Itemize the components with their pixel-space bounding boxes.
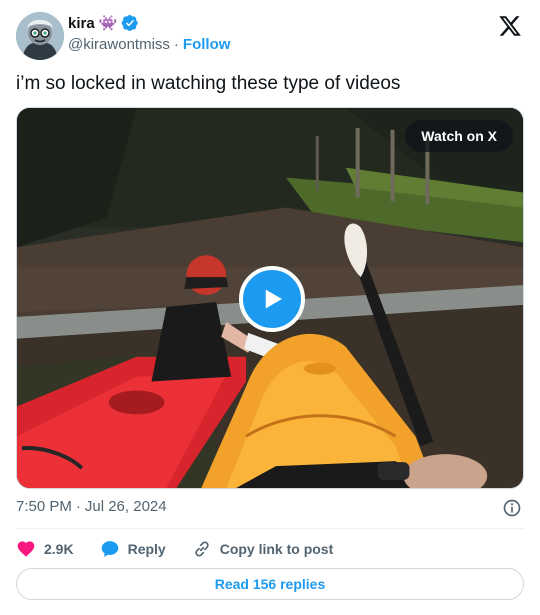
avatar-illustration-icon bbox=[16, 12, 64, 60]
author-display-name[interactable]: kira bbox=[68, 15, 95, 32]
handle-separator: · bbox=[173, 36, 179, 53]
post-timestamp[interactable]: 7:50 PM · Jul 26, 2024 bbox=[16, 498, 167, 515]
read-replies-button[interactable]: Read 156 replies bbox=[16, 568, 524, 600]
like-button[interactable]: 2.9K bbox=[16, 539, 74, 559]
heart-icon bbox=[17, 541, 35, 557]
action-bar: 2.9K Reply Copy link to post bbox=[16, 538, 333, 560]
author-handle[interactable]: @kirawontmiss bbox=[68, 36, 170, 53]
reply-button[interactable]: Reply bbox=[100, 539, 166, 559]
post-time: 7:50 PM bbox=[16, 498, 72, 515]
verified-badge-icon bbox=[122, 14, 139, 32]
watch-on-x-button[interactable]: Watch on X bbox=[405, 120, 513, 152]
post-date: Jul 26, 2024 bbox=[84, 498, 167, 515]
copy-link-button[interactable]: Copy link to post bbox=[192, 539, 334, 559]
play-button[interactable] bbox=[239, 266, 305, 332]
divider bbox=[16, 528, 524, 529]
tweet-embed-card: kira 👾 @kirawontmiss · Follow i’m so loc… bbox=[0, 0, 540, 615]
follow-button[interactable]: Follow bbox=[183, 36, 231, 53]
name-emoji: 👾 bbox=[98, 14, 118, 32]
author-name-row: kira 👾 bbox=[68, 14, 139, 32]
play-icon bbox=[265, 289, 282, 309]
author-handle-row: @kirawontmiss · Follow bbox=[68, 36, 230, 53]
speech-bubble-icon bbox=[101, 541, 118, 557]
timestamp-separator: · bbox=[75, 498, 81, 515]
like-count: 2.9K bbox=[44, 541, 74, 557]
link-icon bbox=[195, 541, 209, 557]
info-icon[interactable] bbox=[502, 498, 522, 518]
author-avatar[interactable] bbox=[16, 12, 64, 60]
x-logo-icon[interactable] bbox=[498, 14, 522, 38]
video-player[interactable]: Watch on X bbox=[16, 107, 524, 489]
reply-label: Reply bbox=[127, 541, 166, 557]
copy-link-label: Copy link to post bbox=[219, 541, 334, 557]
tweet-text: i’m so locked in watching these type of … bbox=[16, 73, 401, 94]
